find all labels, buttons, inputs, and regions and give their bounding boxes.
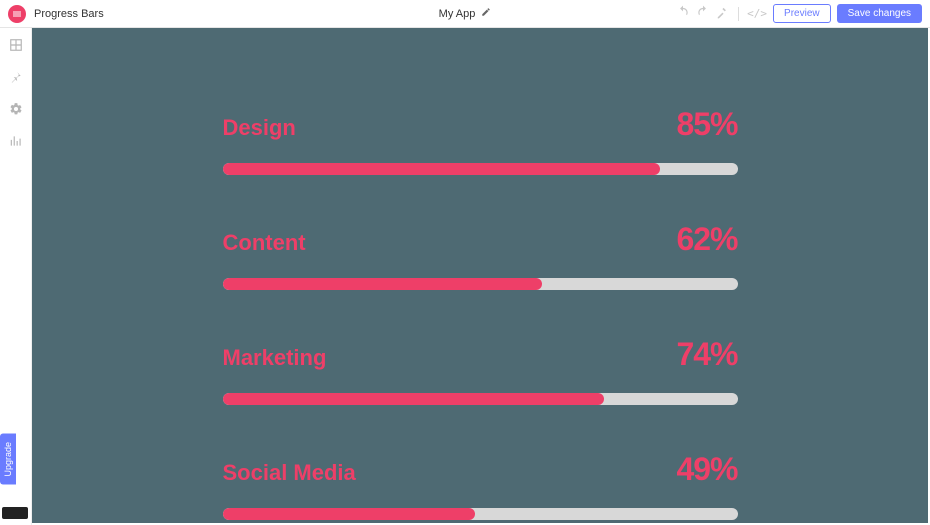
grid-icon[interactable] xyxy=(9,38,23,52)
pencil-icon[interactable] xyxy=(481,7,491,20)
topbar: Progress Bars My App </> Preview Save ch… xyxy=(0,0,930,28)
progress-track xyxy=(223,163,738,175)
undo-icon[interactable] xyxy=(676,5,690,22)
progress-fill xyxy=(223,508,475,520)
save-button[interactable]: Save changes xyxy=(837,4,922,23)
progress-percent: 85% xyxy=(676,106,737,143)
progress-item: Content 62% xyxy=(223,221,738,290)
progress-label: Content xyxy=(223,230,306,256)
preview-button[interactable]: Preview xyxy=(773,4,831,23)
progress-percent: 74% xyxy=(676,336,737,373)
app-logo[interactable] xyxy=(8,5,26,23)
progress-label: Marketing xyxy=(223,345,327,371)
hammer-icon[interactable] xyxy=(716,5,730,22)
progress-item: Social Media 49% xyxy=(223,451,738,520)
progress-item: Design 85% xyxy=(223,106,738,175)
code-icon[interactable]: </> xyxy=(747,7,767,20)
progress-track xyxy=(223,393,738,405)
gear-icon[interactable] xyxy=(9,102,23,116)
upgrade-button[interactable]: Upgrade xyxy=(0,434,16,485)
progress-track xyxy=(223,278,738,290)
bottom-badge xyxy=(2,507,28,519)
progress-fill xyxy=(223,278,542,290)
app-name[interactable]: My App xyxy=(439,8,476,20)
progress-fill xyxy=(223,393,604,405)
chart-icon[interactable] xyxy=(9,134,23,148)
divider xyxy=(738,7,739,21)
progress-item: Marketing 74% xyxy=(223,336,738,405)
progress-label: Social Media xyxy=(223,460,356,486)
canvas: Design 85% Content 62% Marketing 74% Soc… xyxy=(32,28,928,523)
pin-icon[interactable] xyxy=(9,70,23,84)
progress-fill xyxy=(223,163,661,175)
page-title: Progress Bars xyxy=(34,8,104,20)
progress-percent: 62% xyxy=(676,221,737,258)
progress-label: Design xyxy=(223,115,296,141)
redo-icon[interactable] xyxy=(696,5,710,22)
progress-percent: 49% xyxy=(676,451,737,488)
progress-track xyxy=(223,508,738,520)
